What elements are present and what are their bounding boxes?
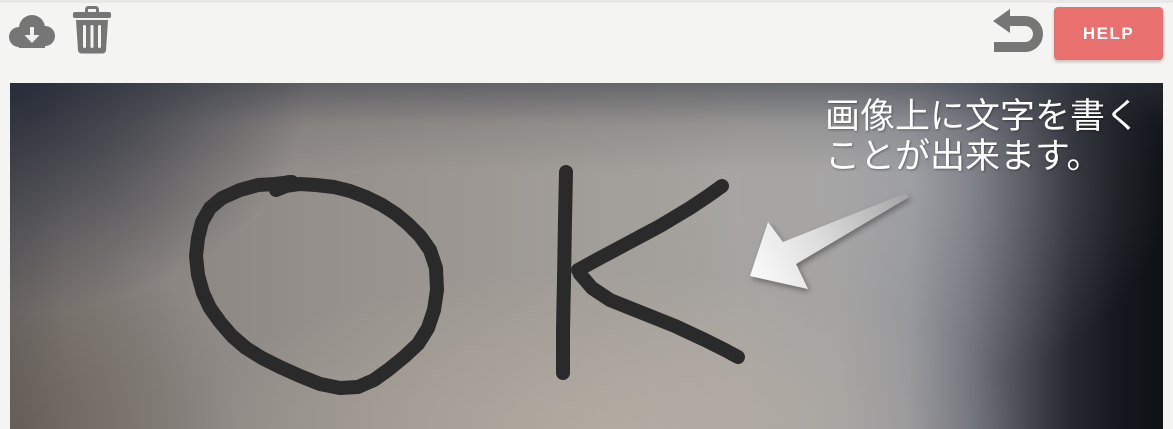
- cloud-download-icon: [9, 15, 55, 48]
- arrow-icon: [750, 193, 909, 289]
- undo-button[interactable]: [993, 9, 1043, 53]
- handwritten-ok-drawing: [189, 165, 745, 395]
- handwritten-k-upper-arm-stroke: [571, 179, 729, 277]
- delete-button[interactable]: [72, 6, 112, 54]
- handwritten-o-start-dot: [281, 175, 297, 191]
- annotation-text: 画像上に文字を書く ことが出来ます。: [825, 97, 1140, 177]
- annotation-line: ことが出来ます。: [825, 137, 1102, 177]
- toolbar: HELP: [0, 0, 1173, 76]
- handwritten-k-lower-leg-stroke: [573, 267, 745, 364]
- drawing-canvas[interactable]: 画像上に文字を書く ことが出来ます。: [10, 83, 1163, 429]
- help-button[interactable]: HELP: [1054, 7, 1163, 60]
- handwritten-o-stroke: [189, 175, 444, 395]
- app-window: HELP 画像上に文字を書く ことが出来ます。: [0, 0, 1173, 429]
- handwritten-k-stem-stroke: [556, 165, 573, 380]
- undo-icon: [993, 9, 1043, 52]
- annotation-line: 画像上に文字を書く: [825, 97, 1141, 137]
- download-button[interactable]: [8, 14, 56, 48]
- trash-icon: [73, 6, 111, 54]
